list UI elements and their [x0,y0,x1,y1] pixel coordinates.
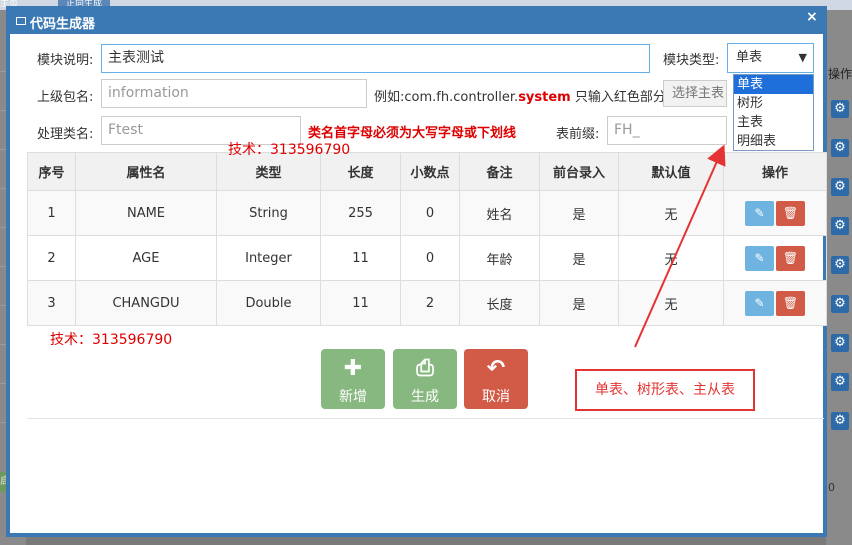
annotation-arrow [634,144,726,348]
annotation-callout: 单表、树形表、主从表 [575,369,755,411]
